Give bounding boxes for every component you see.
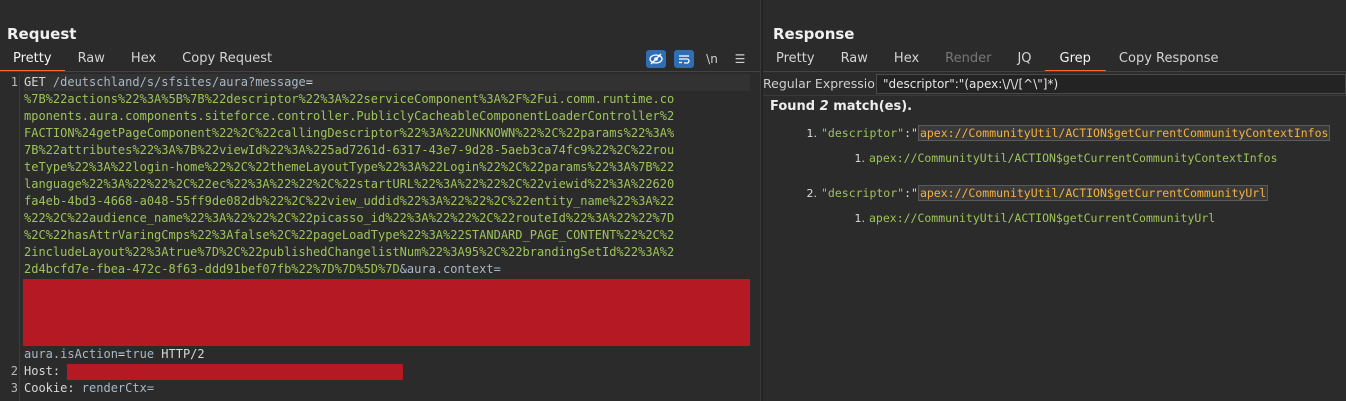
eye-off-icon	[649, 53, 663, 65]
tab-jq[interactable]: JQ	[1004, 49, 1044, 71]
newline-icon: \n	[706, 52, 718, 66]
request-line: %2C%22hasAttrVaringCmps%22%3Afalse%2C%22…	[24, 228, 675, 242]
tab-pretty[interactable]: Pretty	[763, 49, 828, 71]
regex-input[interactable]: "descriptor":"(apex:\/\/[^\"]*)	[876, 74, 1346, 94]
tab-raw[interactable]: Raw	[828, 49, 881, 71]
request-line: FACTION%24getPageComponent%22%2C%22calli…	[24, 126, 675, 140]
redacted-host	[67, 364, 404, 380]
request-line: fa4eb-4bd3-4668-a048-55ff9de082db%22%2C%…	[24, 194, 675, 208]
request-pane: Request Pretty Raw Hex Copy Request \n ☰…	[0, 0, 760, 401]
line-number: 1	[10, 75, 18, 89]
tab-hex[interactable]: Hex	[881, 49, 932, 71]
response-title: Response	[773, 25, 855, 43]
tab-raw[interactable]: Raw	[65, 49, 118, 71]
copy-response-button[interactable]: Copy Response	[1106, 49, 1232, 71]
request-line: %22%2C%22audience_name%22%3A%22%22%2C%22…	[24, 211, 675, 225]
tab-pretty[interactable]: Pretty	[0, 49, 65, 72]
match-group: 1. apex://CommunityUtil/ACTION$getCurrent…	[854, 211, 1216, 225]
results-divider	[763, 95, 1346, 96]
match-item[interactable]: 1. "descriptor":" apex://CommunityUtil/ACT…	[803, 125, 1331, 141]
copy-request-button[interactable]: Copy Request	[169, 49, 285, 71]
request-line: language%22%3A%22%22%2C%22ec%22%3A%22%22…	[24, 177, 675, 191]
request-line-cookie: Cookie: renderCtx=	[24, 381, 155, 395]
tab-render[interactable]: Render	[932, 49, 1004, 71]
request-line: %7B%22actions%22%3A%5B%7B%22descriptor%2…	[24, 92, 675, 106]
match-group: 1. apex://CommunityUtil/ACTION$getCurrent…	[854, 151, 1278, 165]
redacted-block	[23, 279, 750, 346]
request-line: aura.isAction=true HTTP/2	[24, 347, 205, 361]
wrap-lines-button[interactable]	[674, 50, 694, 68]
request-line: 2includeLayout%22%3Atrue%7D%2C%22publish…	[24, 245, 675, 259]
match-count: Found 2 match(es).	[770, 99, 913, 114]
tab-hex[interactable]: Hex	[118, 49, 169, 71]
wrap-lines-icon	[679, 55, 690, 64]
line-number: 3	[10, 381, 18, 395]
match-highlight: apex://CommunityUtil/ACTION$getCurrentCo…	[917, 185, 1269, 201]
request-line: mponents.aura.components.siteforce.contr…	[24, 109, 675, 123]
tab-grep[interactable]: Grep	[1044, 49, 1107, 72]
match-item[interactable]: 2. "descriptor":" apex://CommunityUtil/ACT…	[803, 185, 1269, 201]
menu-button[interactable]: ☰	[730, 50, 750, 68]
tabs-divider	[763, 71, 1346, 72]
request-line: 7B%22attributes%22%3A%7B%22viewId%22%3A%…	[24, 143, 675, 157]
request-line: teType%22%3A%22login-home%22%2C%22themeL…	[24, 160, 675, 174]
request-tools: \n ☰	[646, 49, 750, 69]
tabs-divider	[0, 71, 760, 72]
request-title: Request	[7, 25, 77, 43]
request-editor[interactable]: 1 2 3 GET /deutschland/s/sfsites/aura?me…	[0, 74, 760, 401]
line-number: 2	[10, 364, 18, 378]
line-gutter: 1 2 3	[0, 74, 20, 401]
grep-bar: Regular Expression "descriptor":"(apex:\…	[763, 74, 1346, 94]
menu-icon: ☰	[734, 52, 746, 66]
response-tabs: Pretty Raw Hex Render JQ Grep Copy Respo…	[763, 49, 1346, 72]
request-code: GET /deutschland/s/sfsites/aura?message=…	[23, 74, 750, 397]
regex-label: Regular Expression	[763, 76, 883, 91]
match-highlight: apex://CommunityUtil/ACTION$getCurrentCo…	[917, 125, 1331, 141]
response-pane: Response Pretty Raw Hex Render JQ Grep C…	[763, 0, 1346, 401]
request-line-host: Host:	[24, 363, 750, 380]
request-line: GET /deutschland/s/sfsites/aura?message=	[24, 74, 750, 91]
hide-whitespace-button[interactable]	[646, 50, 666, 68]
newline-button[interactable]: \n	[702, 50, 722, 68]
request-line: 2d4bcfd7e-fbea-472c-8f63-ddd91bef07fb%22…	[24, 262, 501, 276]
